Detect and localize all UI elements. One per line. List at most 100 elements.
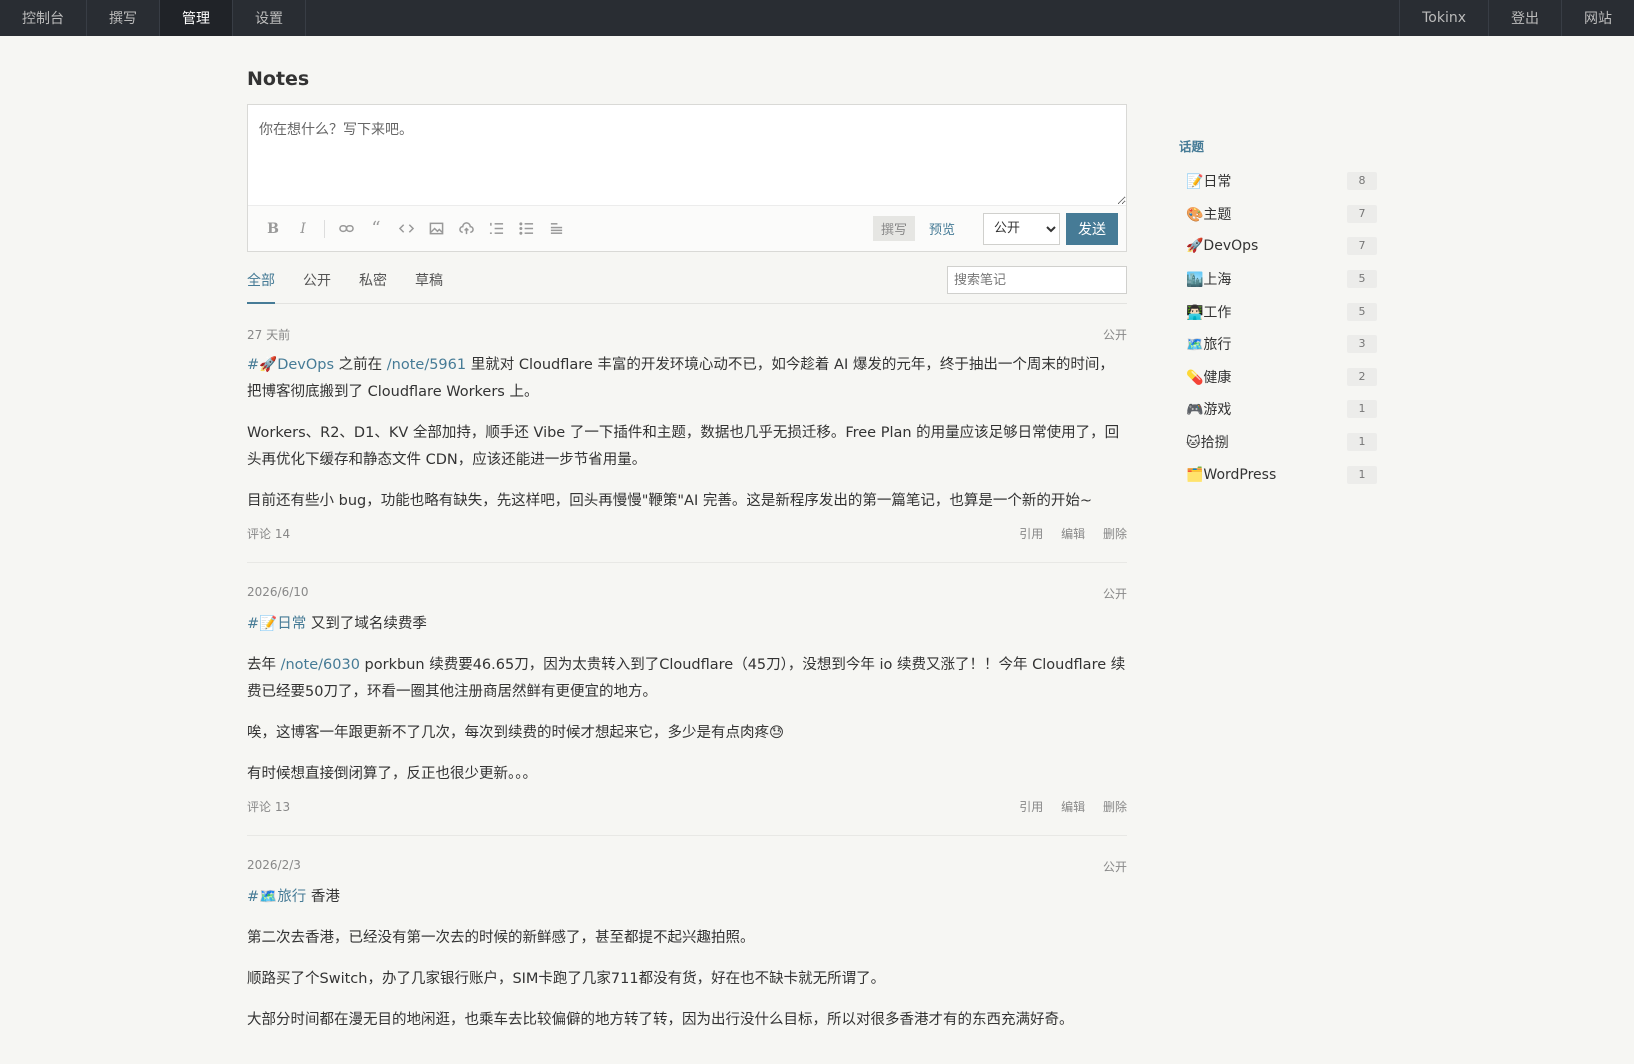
topic-item-daily[interactable]: 📝日常 8 — [1179, 165, 1379, 198]
topic-count: 7 — [1347, 237, 1377, 256]
note-tag-link[interactable]: #📝日常 — [247, 616, 306, 632]
note-actions: 引用 编辑 删除 — [1005, 798, 1127, 815]
nav-write[interactable]: 撰写 — [87, 0, 160, 36]
note-paragraph: 第二次去香港，已经没有第一次去的时候的新鲜感了，甚至都提不起兴趣拍照。 — [247, 930, 755, 946]
topic-count: 2 — [1347, 367, 1377, 386]
bold-icon[interactable]: B — [258, 214, 288, 244]
nav-logout[interactable]: 登出 — [1488, 0, 1561, 36]
editor-toolbar: B I “ 撰写 预览 公开 发送 — [248, 205, 1126, 251]
note-visibility: 公开 — [1102, 328, 1127, 342]
quote-button[interactable]: 引用 — [1019, 527, 1043, 541]
topic-item-theme[interactable]: 🎨主题 7 — [1179, 198, 1379, 231]
topic-count: 8 — [1347, 172, 1377, 191]
title-icon[interactable] — [541, 214, 571, 244]
topic-name: 🎨主题 — [1186, 206, 1232, 223]
note-editor: B I “ — [247, 104, 1127, 252]
edit-button[interactable]: 编辑 — [1061, 527, 1085, 541]
search-notes-input[interactable] — [947, 266, 1127, 294]
edit-button[interactable]: 编辑 — [1061, 800, 1085, 814]
delete-button[interactable]: 删除 — [1103, 800, 1127, 814]
topic-count: 1 — [1347, 465, 1377, 484]
note-actions: 引用 编辑 删除 — [1005, 525, 1127, 542]
note-paragraph: #🚀DevOps 之前在 /note/5961 里就对 Cloudflare 丰… — [247, 357, 1114, 400]
filter-bar: 全部 公开 私密 草稿 — [247, 266, 1127, 304]
topic-name: 🗂️WordPress — [1186, 466, 1277, 483]
topic-name: 🎮游戏 — [1186, 402, 1232, 419]
topics-sidebar: 话题 📝日常 8 🎨主题 7 🚀DevOps 7 🏙️上海 5 👨🏻‍💻工作 5 🗺️旅行… — [1179, 136, 1379, 491]
note-paragraph: 去年 /note/6030 porkbun 续费要46.65刀，因为太贵转入到了… — [247, 657, 1126, 700]
note-paragraph: 顺路买了个Switch，办了几家银行账户，SIM卡跑了几家711都没有货，好在也… — [247, 971, 886, 987]
topic-item-work[interactable]: 👨🏻‍💻工作 5 — [1179, 295, 1379, 328]
note-tag-link[interactable]: #🗺️旅行 — [247, 889, 306, 905]
topic-name: 💊健康 — [1186, 369, 1232, 386]
nav-right: Tokinx 登出 网站 — [1399, 0, 1634, 36]
topic-item-devops[interactable]: 🚀DevOps 7 — [1179, 230, 1379, 263]
topic-name: 🐱拾捌 — [1186, 435, 1229, 452]
image-icon[interactable] — [421, 214, 451, 244]
quote-button[interactable]: 引用 — [1019, 800, 1043, 814]
note-comments-link[interactable]: 评论 13 — [247, 798, 290, 815]
topic-item-wordpress[interactable]: 🗂️WordPress 1 — [1179, 458, 1379, 491]
topic-name: 🚀DevOps — [1186, 238, 1259, 255]
ordered-list-icon[interactable] — [481, 214, 511, 244]
note-item: 2026/6/10 公开 #📝日常 又到了域名续费季 去年 /note/6030… — [247, 563, 1127, 836]
send-button[interactable]: 发送 — [1066, 212, 1118, 245]
note-paragraph: #📝日常 又到了域名续费季 — [247, 616, 427, 632]
note-visibility: 公开 — [1102, 860, 1127, 874]
nav-site[interactable]: 网站 — [1561, 0, 1634, 36]
note-date: 2026/2/3 — [247, 858, 301, 872]
topic-name: 🗺️旅行 — [1186, 337, 1232, 354]
note-paragraph: 目前还有些小 bug，功能也略有缺失，先这样吧，回头再慢慢"鞭策"AI 完善。这… — [247, 493, 1092, 509]
nav-manage[interactable]: 管理 — [160, 0, 233, 36]
main-column: Notes B I “ — [247, 64, 1127, 1064]
nav-dashboard[interactable]: 控制台 — [0, 0, 87, 36]
note-textarea[interactable] — [248, 105, 1126, 205]
link-icon[interactable] — [331, 214, 361, 244]
page-title: Notes — [247, 68, 310, 90]
topic-item-games[interactable]: 🎮游戏 1 — [1179, 393, 1379, 426]
topic-name: 🏙️上海 — [1186, 272, 1232, 289]
topic-count: 1 — [1347, 400, 1377, 419]
mode-write-button[interactable]: 撰写 — [872, 216, 915, 241]
note-visibility: 公开 — [1102, 587, 1127, 601]
topic-name: 👨🏻‍💻工作 — [1186, 304, 1232, 321]
mode-preview-button[interactable]: 预览 — [921, 216, 963, 241]
delete-button[interactable]: 删除 — [1103, 527, 1127, 541]
topic-item-travel[interactable]: 🗺️旅行 3 — [1179, 328, 1379, 361]
note-date: 2026/6/10 — [247, 585, 309, 599]
note-ref-link[interactable]: /note/6030 — [281, 657, 360, 673]
topic-count: 7 — [1347, 204, 1377, 223]
topic-item-shiba[interactable]: 🐱拾捌 1 — [1179, 426, 1379, 459]
tab-private[interactable]: 私密 — [359, 266, 387, 304]
tab-all[interactable]: 全部 — [247, 266, 275, 304]
quote-icon[interactable]: “ — [361, 214, 391, 244]
note-paragraph: #🗺️旅行 香港 — [247, 889, 340, 905]
nav-user[interactable]: Tokinx — [1399, 0, 1488, 36]
note-item: 2026/2/3 公开 #🗺️旅行 香港 第二次去香港，已经没有第一次去的时候的… — [247, 836, 1127, 1064]
note-comments-link[interactable]: 评论 14 — [247, 525, 290, 542]
top-nav: 控制台 撰写 管理 设置 Tokinx 登出 网站 — [0, 0, 1634, 36]
toolbar-divider — [324, 219, 325, 238]
unordered-list-icon[interactable] — [511, 214, 541, 244]
note-ref-link[interactable]: /note/5961 — [387, 357, 466, 373]
nav-settings[interactable]: 设置 — [233, 0, 306, 36]
note-paragraph: Workers、R2、D1、KV 全部加持，顺手还 Vibe 了一下插件和主题，… — [247, 425, 1120, 468]
note-item: 27 天前 公开 #🚀DevOps 之前在 /note/5961 里就对 Clo… — [247, 304, 1127, 563]
topic-count: 3 — [1347, 335, 1377, 354]
topic-count: 5 — [1347, 302, 1377, 321]
note-tag-link[interactable]: #🚀DevOps — [247, 357, 334, 373]
tab-drafts[interactable]: 草稿 — [415, 266, 443, 304]
topic-count: 1 — [1347, 433, 1377, 452]
sidebar-title: 话题 — [1179, 139, 1205, 154]
nav-left: 控制台 撰写 管理 设置 — [0, 0, 306, 36]
tab-public[interactable]: 公开 — [303, 266, 331, 304]
italic-icon[interactable]: I — [288, 214, 318, 244]
topic-item-health[interactable]: 💊健康 2 — [1179, 361, 1379, 394]
topic-item-shanghai[interactable]: 🏙️上海 5 — [1179, 263, 1379, 296]
visibility-select[interactable]: 公开 — [983, 212, 1060, 245]
code-icon[interactable] — [391, 214, 421, 244]
note-paragraph: 有时候想直接倒闭算了，反正也很少更新。。。 — [247, 766, 537, 782]
topic-count: 5 — [1347, 270, 1377, 289]
topic-name: 📝日常 — [1186, 174, 1232, 191]
upload-cloud-icon[interactable] — [451, 214, 481, 244]
